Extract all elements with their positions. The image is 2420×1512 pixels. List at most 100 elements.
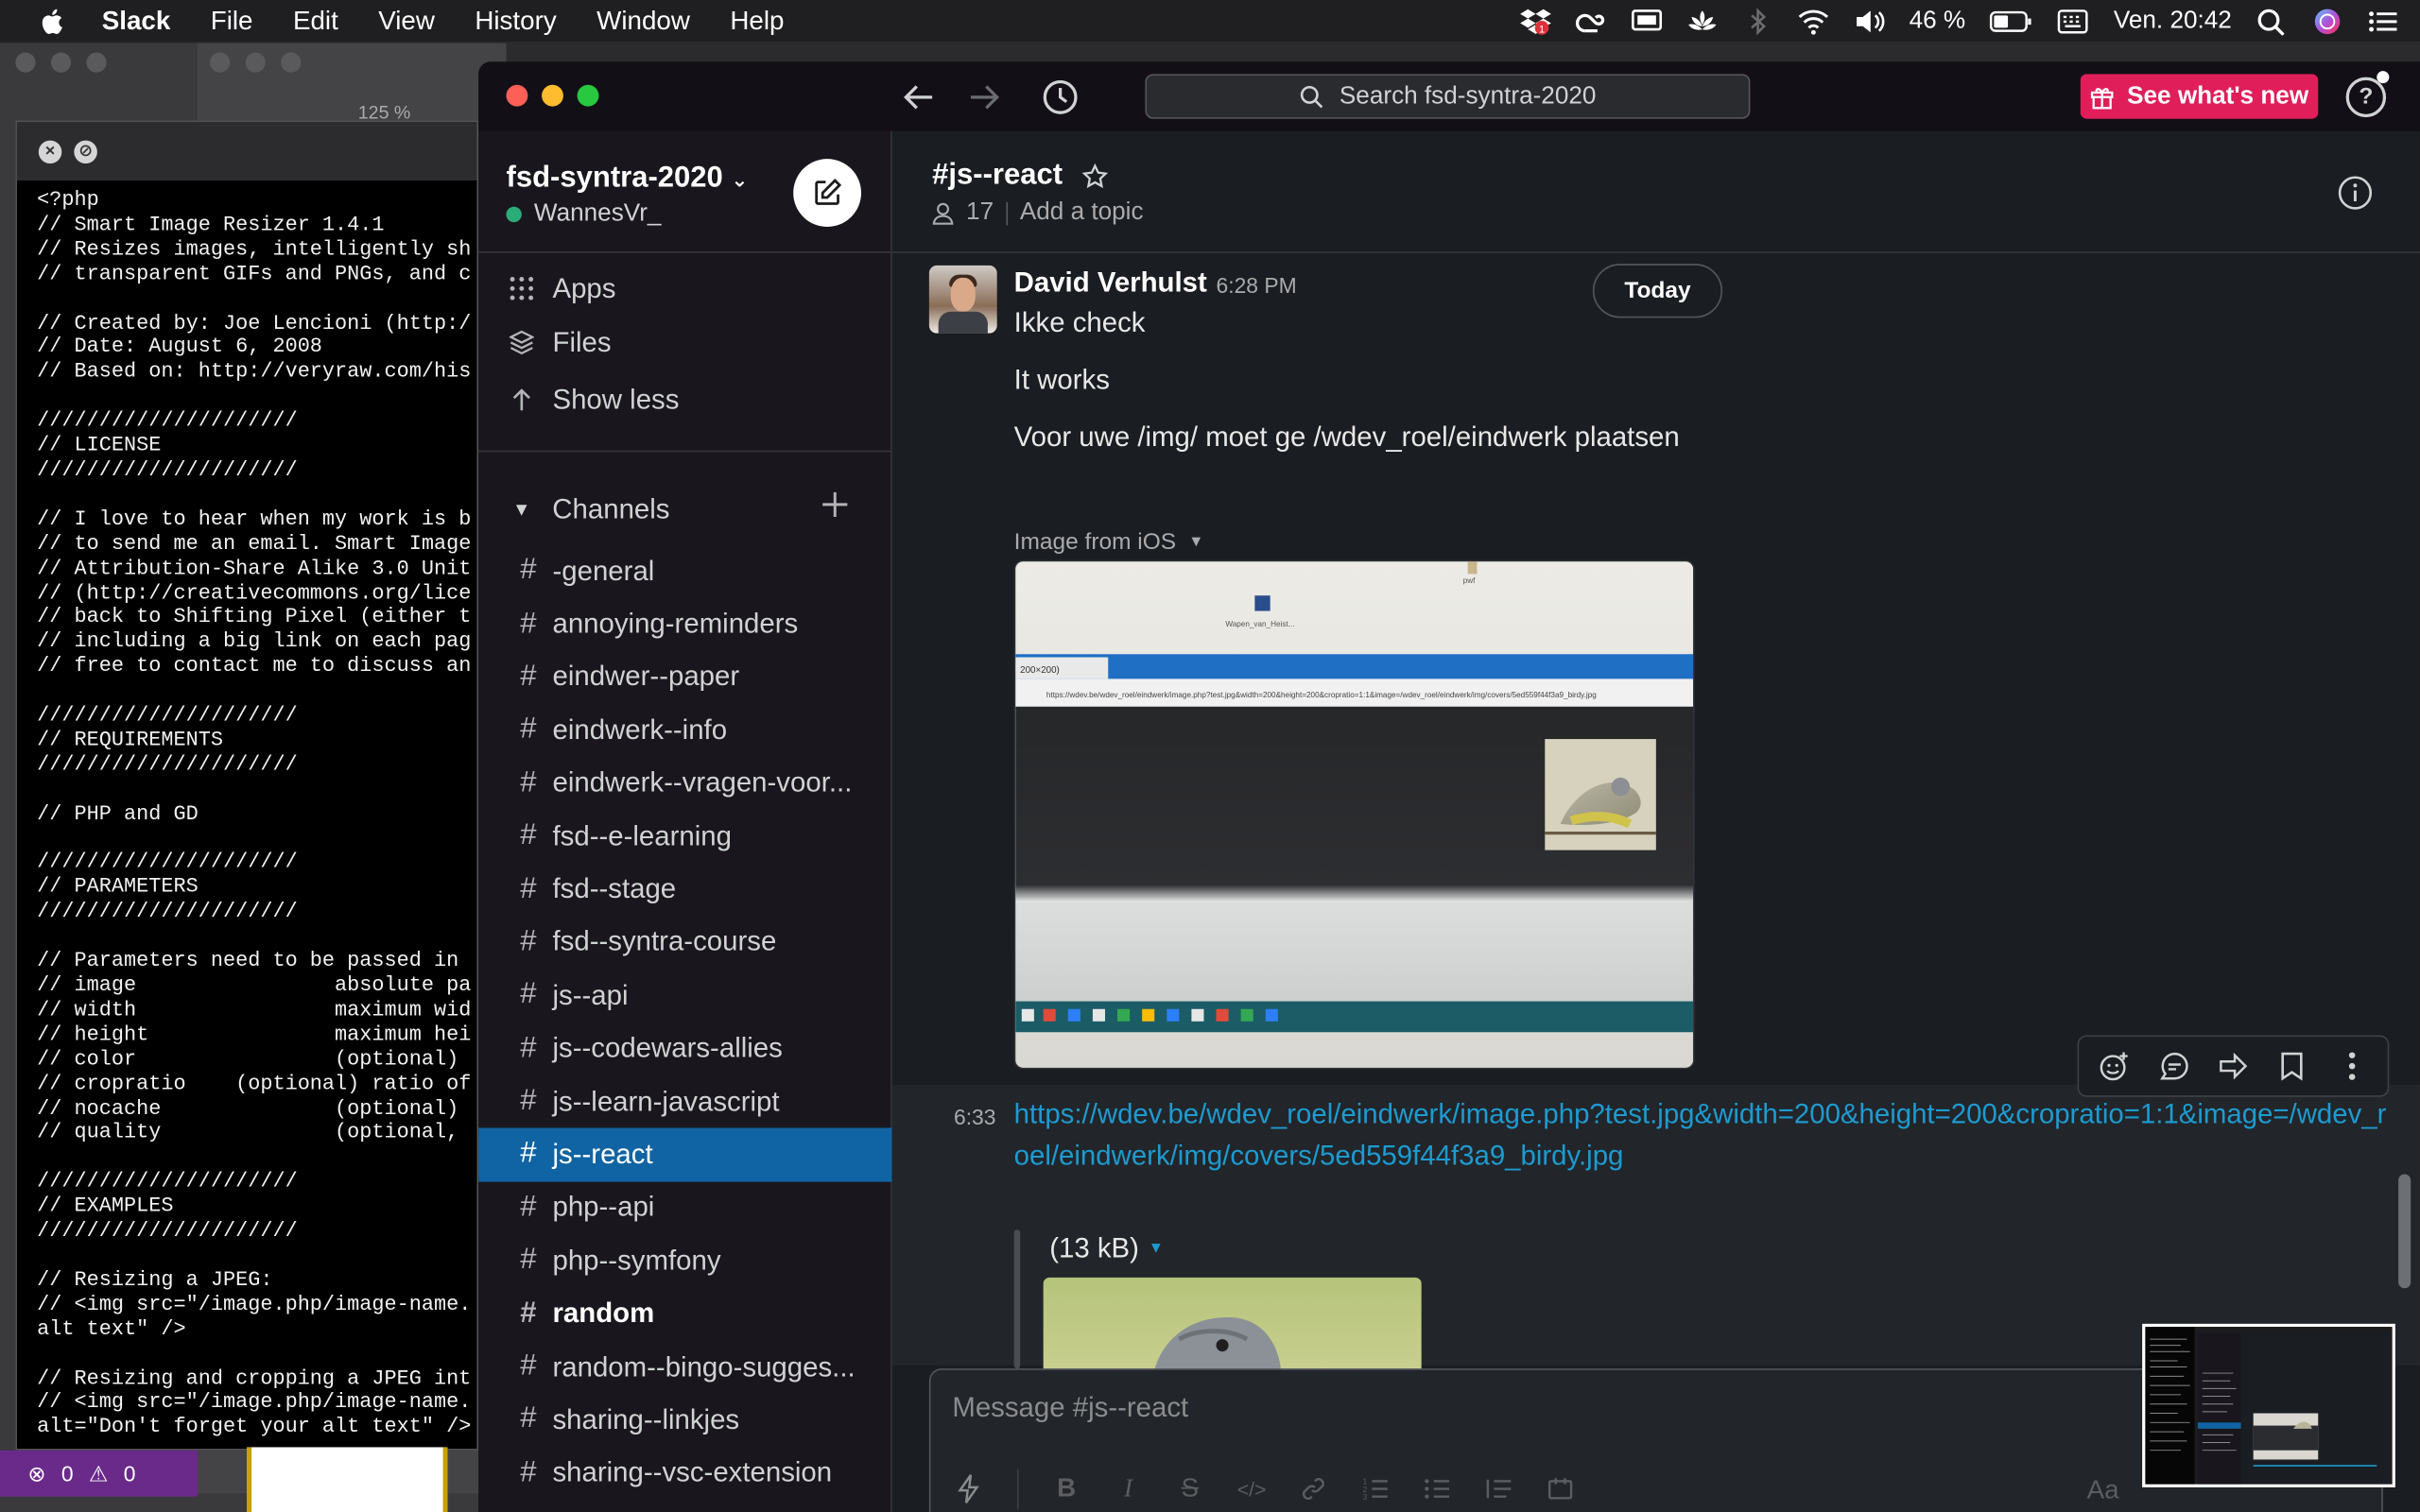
sidebar-channel-fsd-stage[interactable]: # fsd--stage [478,863,892,916]
code-block-icon[interactable] [1544,1472,1578,1506]
menu-app-name[interactable]: Slack [102,6,171,37]
link-icon[interactable] [1296,1472,1330,1506]
sidebar-channel-annoying-reminders[interactable]: # annoying-reminders [478,597,892,650]
sidebar-channel-js-react[interactable]: # js--react [478,1127,892,1182]
bold-icon[interactable]: B [1049,1472,1083,1506]
sidebar-channel-random-bingo-sugges[interactable]: # random--bingo-sugges... [478,1341,892,1394]
sidebar-channel-sharing-vsc-extension[interactable]: # sharing--vsc-extension [478,1447,892,1500]
dropbox-icon[interactable]: 1 [1520,7,1551,34]
search-input[interactable]: Search fsd-syntra-2020 [1145,74,1751,119]
italic-icon[interactable]: I [1112,1472,1146,1506]
bird-thumbnail [1154,1316,1282,1370]
menu-history[interactable]: History [475,6,556,37]
message-timestamp[interactable]: 6:28 PM [1217,273,1297,298]
sidebar-item-show-less[interactable]: Show less [478,373,892,426]
avatar[interactable] [928,265,997,334]
menu-edit[interactable]: Edit [293,6,338,37]
volume-icon[interactable] [1854,7,1885,34]
compose-button[interactable] [793,159,862,227]
strikethrough-icon[interactable]: S [1173,1472,1207,1506]
channel-hash-icon: # [520,660,537,694]
sidebar-channel-eindwer-paper[interactable]: # eindwer--paper [478,651,892,704]
add-channel-icon[interactable] [821,490,849,518]
arrow-up-icon [510,387,534,412]
creative-cloud-icon[interactable] [1576,7,1607,34]
sidebar-item-files[interactable]: Files [478,317,892,369]
share-forward-icon[interactable] [2216,1049,2250,1083]
message-author[interactable]: David Verhulst [1014,266,1207,299]
message-text: It works [1013,364,1110,395]
apple-logo-icon[interactable] [37,6,68,37]
shortcuts-lightning-icon[interactable] [952,1472,986,1506]
bookmark-icon[interactable] [2275,1049,2309,1083]
attachment-file-size[interactable]: (13 kB) ▼ [1049,1232,1164,1264]
menu-file[interactable]: File [211,6,253,37]
window-controls-inactive [210,52,302,73]
more-actions-icon[interactable] [2335,1049,2369,1083]
current-user[interactable]: WannesVr_ [506,200,661,228]
block-icon[interactable]: ⊘ [74,139,97,163]
sidebar-channel-js-api[interactable]: # js--api [478,970,892,1022]
message-scrollbar[interactable] [2398,1174,2411,1289]
sidebar-channel-fsd-e-learning[interactable]: # fsd--e-learning [478,810,892,863]
see-whats-new-button[interactable]: See what's new [2080,74,2319,119]
keyboard-icon[interactable] [2058,7,2089,34]
menu-window[interactable]: Window [596,6,690,37]
back-arrow-icon[interactable] [898,77,938,117]
sidebar-channel-random[interactable]: # random [478,1287,892,1340]
blockquote-icon[interactable] [1481,1472,1515,1506]
bluetooth-icon[interactable] [1742,7,1773,35]
member-count[interactable]: 17 [966,199,994,227]
window-close-button[interactable] [506,84,528,107]
chevron-down-icon: ⌄ [731,167,749,192]
code-icon[interactable]: </> [1235,1472,1269,1506]
channel-info-icon[interactable] [2337,174,2374,211]
sidebar-channel-php-api[interactable]: # php--api [478,1181,892,1234]
battery-icon[interactable] [1990,7,2033,34]
message-link[interactable]: https://wdev.be/wdev_roel/eindwerk/image… [1014,1094,2391,1177]
clock[interactable]: Ven. 20:42 [2114,7,2232,34]
lotus-icon[interactable] [1687,7,1719,34]
screenshot-thumbnail-preview[interactable] [2142,1323,2395,1487]
sidebar-channel-eindwerk-vragen-voor[interactable]: # eindwerk--vragen-voor... [478,757,892,810]
window-minimize-button[interactable] [542,84,563,107]
add-reaction-icon[interactable] [2098,1049,2132,1083]
spotlight-icon[interactable] [2256,7,2288,35]
bullet-list-icon[interactable] [1420,1472,1454,1506]
image-attachment-label[interactable]: Image from iOS ▼ [1014,529,1204,556]
menu-help[interactable]: Help [730,6,784,37]
message-hover-timestamp[interactable]: 6:33 [954,1105,995,1129]
formatting-toggle[interactable]: Aa [2087,1475,2119,1506]
battery-percent: 46 % [1909,7,1966,34]
sidebar-item-apps[interactable]: Apps [478,263,892,316]
display-icon[interactable] [1632,7,1663,34]
forward-arrow-icon[interactable] [964,77,1004,117]
channel-title[interactable]: #js--react [932,159,1108,193]
ordered-list-icon[interactable]: 123 [1358,1472,1392,1506]
star-icon[interactable] [1080,163,1108,189]
workspace-name[interactable]: fsd-syntra-2020 ⌄ [507,162,749,196]
notification-center-icon[interactable] [2367,7,2398,34]
date-divider-today[interactable]: Today [1592,264,1723,318]
siri-icon[interactable] [2312,7,2343,34]
add-topic-link[interactable]: Add a topic [1020,199,1144,227]
sidebar-channel-fsd-syntra-course[interactable]: # fsd--syntra-course [478,916,892,969]
wifi-icon[interactable] [1798,7,1829,34]
sidebar-channel-sharing-linkjes[interactable]: # sharing--linkjes [478,1394,892,1447]
history-clock-icon[interactable] [1040,77,1080,117]
sidebar-channel-general[interactable]: # -general [478,544,892,597]
message-input[interactable]: Message #js--react [952,1392,1188,1424]
sidebar-channel-eindwerk-info[interactable]: # eindwerk--info [478,704,892,757]
close-icon[interactable]: × [38,139,62,163]
sidebar-channel-js-learn-javascript[interactable]: # js--learn-javascript [478,1075,892,1128]
link-preview-image[interactable] [1043,1277,1422,1370]
help-button[interactable]: ? [2345,77,2387,118]
sidebar-channel-js-codewars-allies[interactable]: # js--codewars-allies [478,1022,892,1075]
editor-status-bar[interactable]: ⊗ 0 ⚠ 0 [0,1450,198,1497]
window-zoom-button[interactable] [577,84,599,107]
image-attachment[interactable]: 200×200) https://wdev.be/wdev_roel/eindw… [1013,559,1695,1070]
sidebar-channel-php-symfony[interactable]: # php--symfony [478,1234,892,1287]
menu-view[interactable]: View [378,6,435,37]
macos-menubar: Slack File Edit View History Window Help… [0,0,2420,43]
reply-thread-icon[interactable] [2157,1049,2191,1083]
